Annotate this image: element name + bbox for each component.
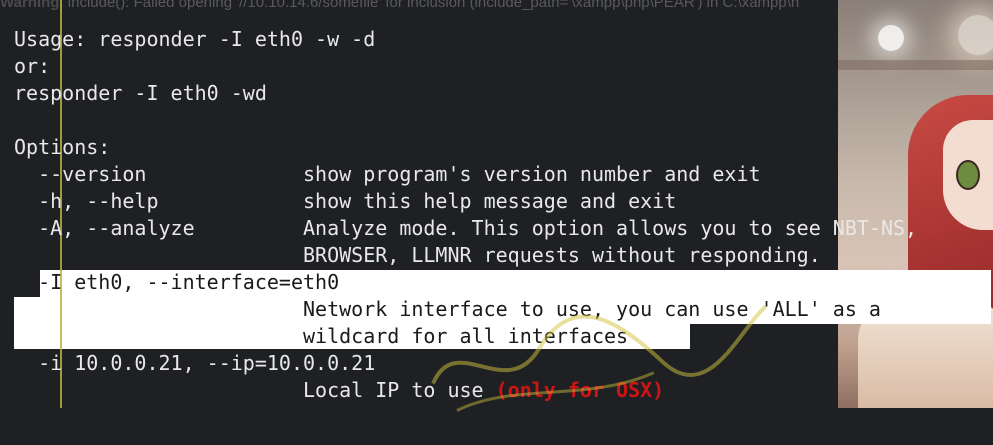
character-eye xyxy=(956,160,980,190)
warning-label: Warning xyxy=(0,0,60,11)
terminal-line: Options: xyxy=(14,135,111,159)
terminal-line: responder -I eth0 -wd xyxy=(14,81,267,105)
terminal-line: -h, --help show this help message and ex… xyxy=(14,189,677,213)
terminal-line: --version show program's version number … xyxy=(14,162,761,186)
php-warning-banner: Warning: include(): Failed opening '//10… xyxy=(0,0,993,12)
terminal-line: -A, --analyze Analyze mode. This option … xyxy=(14,216,918,240)
lamp-light xyxy=(958,15,993,55)
terminal-line: or: xyxy=(14,54,51,78)
terminal-line: -i 10.0.0.21, --ip=10.0.0.21 xyxy=(14,351,376,375)
warning-text: : include(): Failed opening '//10.10.14.… xyxy=(59,0,800,11)
terminal-line: BROWSER, LLMNR requests without respondi… xyxy=(14,243,821,267)
wallpaper-art xyxy=(838,0,993,408)
terminal-line: Usage: responder -I eth0 -w -d xyxy=(14,27,376,51)
terminal-line-selected: -I eth0, --interface=eth0 xyxy=(14,270,340,294)
wallpaper-stripe xyxy=(838,60,993,70)
lamp-light xyxy=(878,25,904,51)
